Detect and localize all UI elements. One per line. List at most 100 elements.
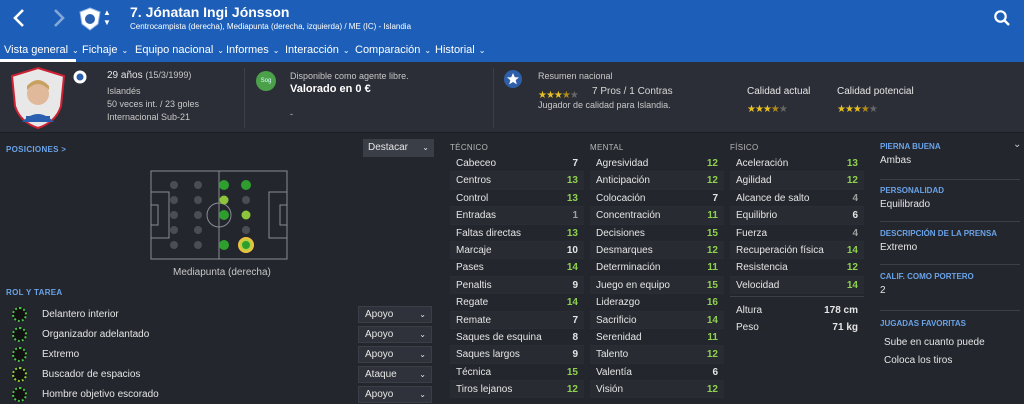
attribute-value: 12 [566, 384, 578, 396]
attribute-row[interactable]: Velocidad 14 [730, 277, 864, 295]
attribute-row[interactable]: Cabeceo 7 [450, 155, 584, 173]
attribute-row[interactable]: Valentía 6 [590, 364, 724, 382]
role-icon [12, 387, 27, 402]
attribute-row[interactable]: Recuperación física 14 [730, 242, 864, 260]
preferred-foot: PIERNA BUENA Ambas [880, 142, 941, 166]
attribute-name: Aceleración [736, 158, 789, 169]
attribute-row[interactable]: Entradas 1 [450, 207, 584, 225]
search-button[interactable] [993, 9, 1011, 27]
duty-dropdown[interactable]: Ataque ⌄ [358, 366, 432, 383]
forward-button[interactable] [46, 6, 70, 30]
attribute-row[interactable]: Fuerza 4 [730, 225, 864, 242]
player-caps: 50 veces int. / 23 goles [107, 99, 200, 109]
tab-bar: Vista general ⌄ Fichaje ⌄ Equipo nacional ⌄… [0, 40, 1024, 62]
duty-dropdown[interactable]: Apoyo ⌄ [358, 326, 432, 343]
attribute-row[interactable]: Centros 13 [450, 172, 584, 190]
tab-equipo-nacional[interactable]: Equipo nacional ⌄ [135, 40, 224, 62]
attribute-value: 13 [566, 192, 578, 204]
highlight-dropdown[interactable]: Destacar ⌄ [363, 139, 434, 157]
attribute-row[interactable]: Sacrificio 14 [590, 312, 724, 329]
attribute-value: 7 [572, 314, 578, 326]
chevron-down-icon: ⌄ [419, 310, 426, 319]
attribute-value: 12 [846, 175, 858, 187]
contract-status: Disponible como agente libre. [290, 71, 409, 81]
attribute-row[interactable]: Técnica 15 [450, 364, 584, 382]
current-ability-stars: ★★★★★ [747, 104, 788, 115]
attribute-value: 14 [846, 279, 858, 291]
attribute-row[interactable]: Alcance de salto 4 [730, 190, 864, 208]
chevron-down-icon: ⌄ [424, 46, 432, 55]
attribute-name: Agilidad [736, 175, 772, 187]
attribute-name: Colocación [596, 192, 646, 204]
attribute-row[interactable]: Liderazgo 16 [590, 294, 724, 312]
role-row[interactable]: Delantero interior Apoyo ⌄ [0, 305, 435, 324]
role-icon [12, 327, 27, 342]
attribute-row[interactable]: Aceleración 13 [730, 155, 864, 173]
attribute-row[interactable]: Tiros lejanos 12 [450, 381, 584, 399]
attribute-value: 16 [706, 297, 718, 309]
attribute-name: Control [456, 192, 489, 204]
attribute-row[interactable]: Regate 14 [450, 294, 584, 312]
tab-historial[interactable]: Historial ⌄ [435, 40, 485, 62]
weight-label: Peso [736, 322, 759, 333]
attribute-row[interactable]: Colocación 7 [590, 190, 724, 208]
attribute-value: 12 [706, 349, 718, 361]
attribute-row[interactable]: Saques largos 9 [450, 346, 584, 364]
duty-dropdown[interactable]: Apoyo ⌄ [358, 346, 432, 363]
attribute-row[interactable]: Desmarques 12 [590, 242, 724, 260]
attribute-row[interactable]: Concentración 11 [590, 207, 724, 225]
player-switch-arrows[interactable]: ▲ ▼ [103, 8, 113, 28]
attribute-row[interactable]: Agresividad 12 [590, 155, 724, 173]
role-row[interactable]: Buscador de espacios Ataque ⌄ [0, 365, 435, 384]
player-value: Valorado en 0 € [290, 83, 371, 95]
national-title: Resumen nacional [538, 71, 613, 81]
attribute-row[interactable]: Agilidad 12 [730, 172, 864, 190]
attribute-row[interactable]: Visión 12 [590, 381, 724, 399]
back-button[interactable] [8, 6, 32, 30]
attribute-row[interactable]: Equilibrio 6 [730, 207, 864, 225]
attribute-value: 8 [572, 331, 578, 343]
attribute-row[interactable]: Decisiones 15 [590, 225, 724, 242]
attribute-row[interactable]: Serenidad 11 [590, 329, 724, 347]
attribute-name: Desmarques [596, 244, 653, 256]
attribute-row[interactable]: Penaltis 9 [450, 277, 584, 295]
attribute-row[interactable]: Anticipación 12 [590, 172, 724, 190]
duty-dropdown[interactable]: Apoyo ⌄ [358, 306, 432, 323]
player-positions: Centrocampista (derecha), Mediapunta (de… [130, 22, 412, 31]
chevron-down-icon: ⌄ [121, 46, 129, 55]
attribute-row[interactable]: Resistencia 12 [730, 259, 864, 277]
role-row[interactable]: Hombre objetivo escorado Apoyo ⌄ [0, 385, 435, 404]
attribute-name: Determinación [596, 262, 661, 274]
chevron-up-icon: ▲ [103, 8, 111, 17]
collapse-sidebar-button[interactable]: ⌄ [1013, 139, 1021, 150]
attribute-row[interactable]: Pases 14 [450, 259, 584, 277]
attribute-name: Marcaje [456, 244, 492, 256]
attribute-row[interactable]: Determinación 11 [590, 259, 724, 277]
attribute-row[interactable]: Juego en equipo 15 [590, 277, 724, 295]
technical-title: TÉCNICO [450, 143, 489, 152]
role-row[interactable]: Extremo Apoyo ⌄ [0, 345, 435, 364]
top-bar: ▲ ▼ 7. Jónatan Ingi Jónsson Centrocampist… [0, 0, 1024, 40]
player-summary-header: 29 años (15/3/1999) Islandés 50 veces in… [0, 62, 1024, 133]
positions-title[interactable]: POSICIONES > [6, 145, 66, 154]
duty-dropdown[interactable]: Apoyo ⌄ [358, 386, 432, 403]
tab-fichaje[interactable]: Fichaje ⌄ [82, 40, 128, 62]
tab-informes[interactable]: Informes ⌄ [226, 40, 280, 62]
role-row[interactable]: Organizador adelantado Apoyo ⌄ [0, 325, 435, 344]
attribute-row[interactable]: Talento 12 [590, 346, 724, 364]
attribute-row[interactable]: Control 13 [450, 190, 584, 208]
attribute-row[interactable]: Saques de esquina 8 [450, 329, 584, 347]
attribute-name: Agresividad [596, 158, 649, 169]
tab-interaccion[interactable]: Interacción ⌄ [285, 40, 350, 62]
attribute-name: Recuperación física [736, 244, 824, 256]
attribute-row[interactable]: Faltas directas 13 [450, 225, 584, 242]
attribute-value: 1 [572, 210, 578, 222]
attribute-name: Tiros lejanos [456, 384, 513, 396]
roles-title: ROL Y TAREA [6, 288, 63, 297]
attribute-value: 15 [566, 366, 578, 378]
attribute-row[interactable]: Remate 7 [450, 312, 584, 329]
attribute-name: Concentración [596, 210, 661, 222]
tab-comparacion[interactable]: Comparación ⌄ [355, 40, 431, 62]
chevron-down-icon: ⌄ [342, 46, 350, 55]
attribute-row[interactable]: Marcaje 10 [450, 242, 584, 260]
